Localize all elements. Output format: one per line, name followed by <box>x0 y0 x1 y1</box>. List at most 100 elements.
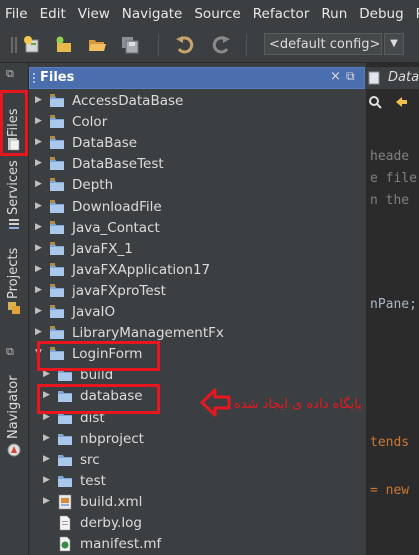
save-all-icon[interactable] <box>120 35 140 55</box>
highlight-box-loginform <box>37 341 160 371</box>
tree-item-javafx-1[interactable]: ▶ JavaFX_1 <box>29 239 365 260</box>
tree-item-label: test <box>80 472 106 489</box>
menu-source[interactable]: Source <box>188 6 246 22</box>
tree-item-label: DownloadFile <box>72 198 162 215</box>
editor-area: Data heade e file n the nPane; tends = n… <box>366 63 419 555</box>
tree-item-depth[interactable]: ▶ Depth <box>29 175 365 196</box>
panel-grip-icon <box>33 73 35 83</box>
tree-item-label: JavaFXApplication17 <box>72 261 211 278</box>
folder-icon <box>50 199 64 213</box>
chevron-right-icon[interactable]: ▶ <box>43 433 53 445</box>
chevron-right-icon[interactable]: ▶ <box>35 264 45 276</box>
code-line: heade <box>370 149 410 164</box>
folder-icon <box>50 305 64 318</box>
chevron-right-icon[interactable]: ▶ <box>35 116 45 128</box>
chevron-right-icon[interactable]: ▶ <box>35 201 45 213</box>
navigator-icon <box>7 443 21 457</box>
tree-item-label: build.xml <box>80 493 143 510</box>
restore-window-icon[interactable]: ⧉ <box>6 67 14 81</box>
search-icon[interactable] <box>368 95 382 109</box>
menu-run[interactable]: Run <box>315 6 353 22</box>
tree-item-derby-log[interactable]: derby.log <box>29 513 365 534</box>
menu-refactor[interactable]: Refactor <box>247 6 316 22</box>
code-line: n the <box>370 193 410 208</box>
tree-item-accessdatabase[interactable]: ▶ AccessDataBase <box>29 91 365 112</box>
menu-file[interactable]: File <box>0 6 34 22</box>
back-arrow-icon[interactable] <box>394 95 408 109</box>
tree-item-downloadfile[interactable]: ▶ DownloadFile <box>29 197 365 218</box>
chevron-right-icon[interactable]: ▶ <box>35 95 45 107</box>
redo-icon[interactable] <box>211 35 231 55</box>
tree-item-javafxapplication17[interactable]: ▶ JavaFXApplication17 <box>29 260 365 281</box>
tree-item-manifest-mf[interactable]: manifest.mf <box>29 534 365 555</box>
tab-projects[interactable]: Projects <box>0 243 28 323</box>
new-file-icon[interactable] <box>54 35 74 55</box>
chevron-right-icon[interactable]: ▶ <box>35 222 45 234</box>
tree-item-src[interactable]: ▶ src <box>29 450 365 471</box>
tab-projects-label: Projects <box>6 247 21 299</box>
tree-item-color[interactable]: ▶ Color <box>29 112 365 133</box>
tree-item-database[interactable]: ▶ DataBase <box>29 133 365 154</box>
tab-services[interactable]: Services <box>0 159 28 239</box>
annotation-arrow-icon <box>200 388 231 417</box>
editor-tab[interactable]: Data <box>366 67 419 89</box>
chevron-right-icon[interactable]: ▶ <box>35 137 45 149</box>
tree-item-label: javaFXproTest <box>72 282 166 299</box>
tree-item-label: nbproject <box>80 430 144 447</box>
code-line: tends <box>370 435 410 450</box>
toolbar-separator <box>158 34 159 56</box>
toolbar-separator <box>246 34 247 56</box>
chevron-right-icon[interactable]: ▶ <box>43 496 53 508</box>
tree-item-java-contact[interactable]: ▶ Java_Contact <box>29 218 365 239</box>
folder-icon <box>58 454 72 466</box>
highlight-box-database <box>37 384 160 414</box>
files-panel-title: Files <box>40 70 75 85</box>
tree-item-test[interactable]: ▶ test <box>29 471 365 492</box>
chevron-down-icon[interactable]: ▼ <box>384 33 404 55</box>
tree-item-nbproject[interactable]: ▶ nbproject <box>29 429 365 450</box>
undo-icon[interactable] <box>175 35 195 55</box>
folder-icon <box>50 326 64 340</box>
menu-debug[interactable]: Debug <box>353 6 409 22</box>
tree-item-label: AccessDataBase <box>72 93 184 109</box>
chevron-right-icon[interactable]: ▶ <box>35 285 45 297</box>
float-window-icon[interactable]: ⧉ <box>346 69 355 84</box>
open-project-icon[interactable] <box>87 35 107 55</box>
tree-item-label: Depth <box>72 177 114 194</box>
folder-icon <box>50 283 64 297</box>
close-icon[interactable]: × <box>330 69 341 84</box>
tree-item-label: LibraryManagementFx <box>72 325 224 342</box>
files-panel-header: Files × ⧉ <box>29 67 365 89</box>
menu-navigate[interactable]: Navigate <box>116 6 189 22</box>
tree-item-build-xml[interactable]: ▶ build.xml <box>29 492 365 513</box>
chevron-right-icon[interactable]: ▶ <box>35 327 45 339</box>
chevron-right-icon[interactable]: ▶ <box>35 306 45 318</box>
menu-bar: File Edit View Navigate Source Refactor … <box>0 0 419 28</box>
chevron-right-icon[interactable]: ▶ <box>43 369 53 381</box>
folder-icon <box>50 157 64 171</box>
chevron-right-icon[interactable]: ▶ <box>35 243 45 255</box>
tab-navigator[interactable]: Navigator <box>0 371 28 471</box>
folder-icon <box>50 241 64 255</box>
restore-window-icon[interactable]: ⧉ <box>6 345 14 359</box>
chevron-right-icon[interactable]: ▶ <box>35 179 45 191</box>
tree-item-label: Color <box>72 114 108 131</box>
menu-view[interactable]: View <box>72 6 116 22</box>
new-project-icon[interactable] <box>22 35 42 55</box>
code-line: = new <box>370 483 410 498</box>
highlight-box-files-tab <box>0 90 28 156</box>
chevron-right-icon[interactable]: ▶ <box>43 454 53 466</box>
tab-navigator-label: Navigator <box>6 375 21 439</box>
chevron-right-icon[interactable]: ▶ <box>43 475 53 487</box>
tree-item-label: JavaFX_1 <box>72 240 133 257</box>
tab-services-label: Services <box>6 160 21 215</box>
menu-edit[interactable]: Edit <box>34 6 72 22</box>
folder-icon <box>50 115 64 129</box>
tree-item-databasetest[interactable]: ▶ DataBaseTest <box>29 154 365 175</box>
tree-item-javaio[interactable]: ▶ JavaIO <box>29 302 365 323</box>
chevron-right-icon[interactable]: ▶ <box>35 158 45 170</box>
config-select[interactable]: <default config> <box>264 33 382 55</box>
folder-icon <box>58 433 72 445</box>
menu-profile[interactable]: Pr <box>410 6 419 22</box>
tree-item-javafxprotest[interactable]: ▶ javaFXproTest <box>29 281 365 302</box>
